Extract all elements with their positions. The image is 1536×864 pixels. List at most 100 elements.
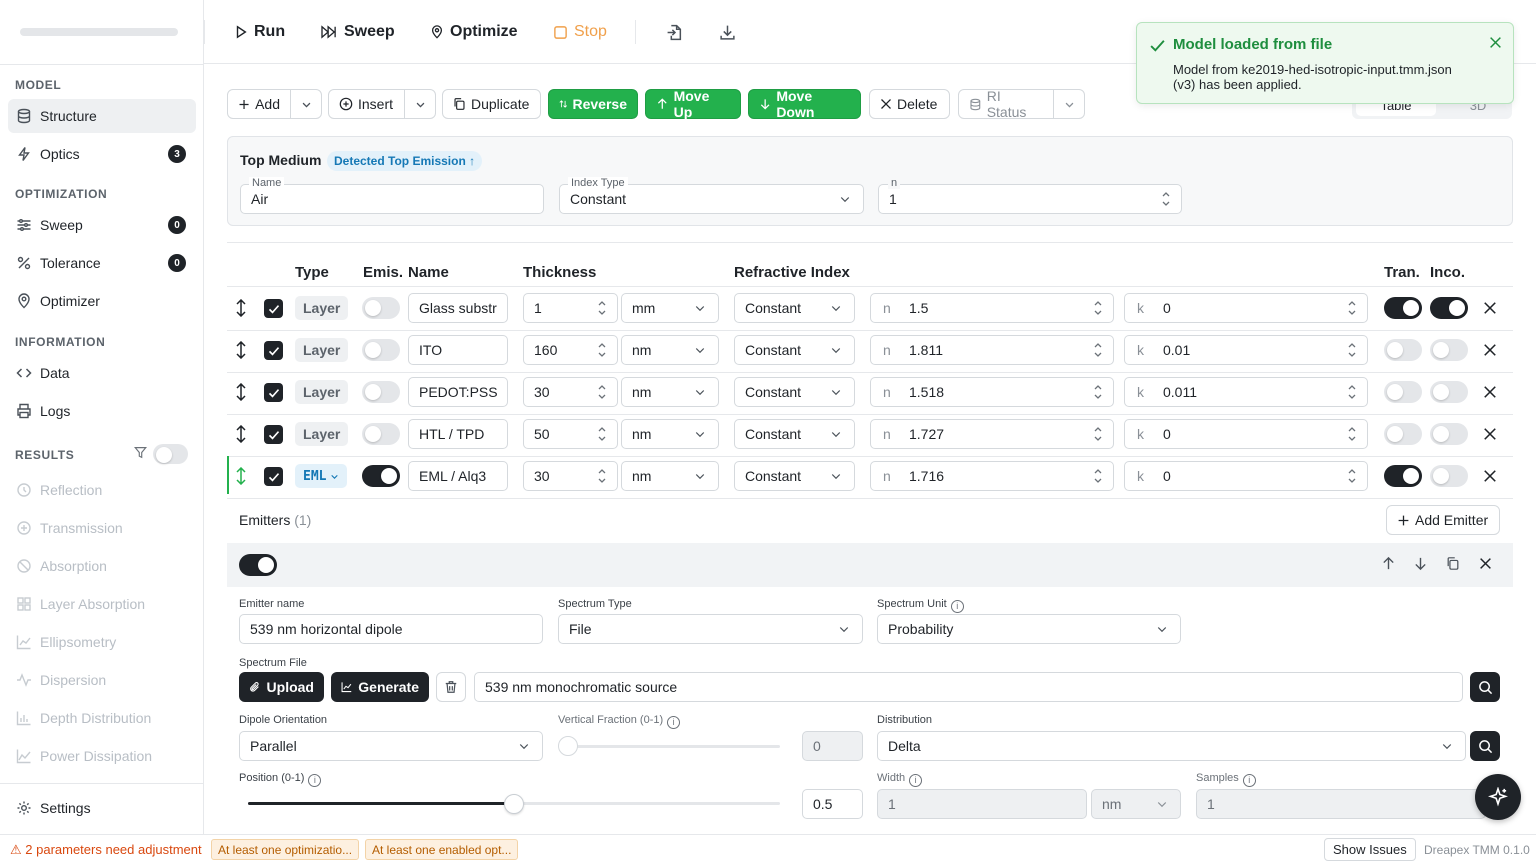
add-dropdown-button[interactable] <box>290 89 322 119</box>
n-input[interactable]: n 1.518 <box>870 377 1114 407</box>
layer-name-input[interactable]: PEDOT:PSS <box>408 377 508 407</box>
stepper-icon[interactable] <box>597 424 607 444</box>
k-input[interactable]: k0 <box>1124 461 1368 491</box>
incoherent-toggle[interactable] <box>1430 339 1468 361</box>
stop-button[interactable]: Stop <box>553 20 607 44</box>
top-medium-name-input[interactable]: Air <box>240 184 544 214</box>
emission-toggle[interactable] <box>362 297 400 319</box>
optimize-button[interactable]: Optimize <box>430 20 518 44</box>
add-button[interactable]: Add <box>227 89 291 119</box>
show-issues-button[interactable]: Show Issues <box>1324 838 1416 861</box>
reverse-button[interactable]: Reverse <box>548 89 638 119</box>
layer-name-input[interactable]: EML / Alq3 <box>408 461 508 491</box>
distribution-select[interactable]: Delta <box>877 731 1466 761</box>
close-icon[interactable] <box>1489 36 1502 49</box>
width-unit-select[interactable]: nm <box>1091 789 1181 819</box>
sidebar-item-settings[interactable]: Settings <box>8 791 196 825</box>
thickness-unit-select[interactable]: nm <box>621 419 719 449</box>
samples-input[interactable]: 1 <box>1196 789 1486 819</box>
sidebar-item-ellipsometry[interactable]: Ellipsometry <box>8 625 196 659</box>
move-up-button[interactable]: Move Up <box>645 88 741 120</box>
distribution-search-button[interactable] <box>1470 731 1500 761</box>
run-button[interactable]: Run <box>234 20 285 44</box>
delete-row-icon[interactable] <box>1483 301 1497 315</box>
k-input[interactable]: k 0.011 <box>1124 377 1368 407</box>
sidebar-item-optimizer[interactable]: Optimizer <box>8 284 196 318</box>
info-icon[interactable]: i <box>950 599 964 613</box>
row-enabled-checkbox[interactable] <box>264 341 283 360</box>
stepper-icon[interactable] <box>1093 298 1103 318</box>
emitter-enabled-toggle[interactable] <box>239 554 277 576</box>
thickness-unit-select[interactable]: nm <box>621 461 719 491</box>
vertical-fraction-input[interactable]: 0 <box>802 731 863 761</box>
stepper-icon[interactable] <box>1093 466 1103 486</box>
layer-name-input[interactable]: HTL / TPD <box>408 419 508 449</box>
upload-button[interactable]: Upload <box>239 672 324 702</box>
spectrum-type-select[interactable]: File <box>558 614 863 644</box>
info-icon[interactable]: i <box>909 773 923 787</box>
layer-type-tag[interactable]: EML <box>295 464 348 488</box>
warning-chip-optimization[interactable]: At least one optimizatio... <box>211 839 360 860</box>
transmission-toggle[interactable] <box>1384 465 1422 487</box>
emission-toggle[interactable] <box>362 465 400 487</box>
spectrum-search-button[interactable] <box>1470 672 1500 702</box>
stepper-icon[interactable] <box>597 340 607 360</box>
sidebar-item-sweep[interactable]: Sweep 0 <box>8 208 196 242</box>
n-input[interactable]: n 1.716 <box>870 461 1114 491</box>
sidebar-item-absorption[interactable]: Absorption <box>8 549 196 583</box>
dipole-orientation-select[interactable]: Parallel <box>239 731 543 761</box>
thickness-input[interactable]: 50 <box>523 419 618 449</box>
sidebar-item-power-dissipation[interactable]: Power Dissipation <box>8 739 196 773</box>
row-enabled-checkbox[interactable] <box>264 425 283 444</box>
emission-toggle[interactable] <box>362 339 400 361</box>
stepper-icon[interactable] <box>1093 382 1103 402</box>
spectrum-unit-select[interactable]: Probability <box>877 614 1181 644</box>
drag-handle-icon[interactable] <box>234 425 248 443</box>
index-type-select[interactable]: Constant <box>734 377 855 407</box>
k-input[interactable]: k 0.01 <box>1124 335 1368 365</box>
generate-button[interactable]: Generate <box>331 672 429 702</box>
delete-button[interactable]: Delete <box>869 89 950 119</box>
add-emitter-button[interactable]: Add Emitter <box>1386 505 1500 535</box>
sidebar-item-transmission[interactable]: Transmission <box>8 511 196 545</box>
sidebar-item-data[interactable]: Data <box>8 356 196 390</box>
thickness-unit-select[interactable]: nm <box>621 335 719 365</box>
incoherent-toggle[interactable] <box>1430 381 1468 403</box>
drag-handle-icon[interactable] <box>234 467 248 485</box>
index-type-select[interactable]: Constant <box>734 335 855 365</box>
stepper-icon[interactable] <box>1347 424 1357 444</box>
sidebar-item-layer-absorption[interactable]: Layer Absorption <box>8 587 196 621</box>
duplicate-button[interactable]: Duplicate <box>442 89 541 119</box>
emitter-move-up-button[interactable] <box>1381 556 1396 574</box>
move-down-button[interactable]: Move Down <box>748 88 861 120</box>
stepper-icon[interactable] <box>597 466 607 486</box>
thickness-input[interactable]: 30 <box>523 377 618 407</box>
emission-toggle[interactable] <box>362 423 400 445</box>
vertical-fraction-slider-track[interactable] <box>568 745 780 748</box>
emitter-duplicate-button[interactable] <box>1446 556 1460 574</box>
drag-handle-icon[interactable] <box>234 341 248 359</box>
stepper-icon[interactable] <box>1347 466 1357 486</box>
transmission-toggle[interactable] <box>1384 381 1422 403</box>
spectrum-file-input[interactable]: 539 nm monochromatic source <box>474 672 1463 702</box>
delete-row-icon[interactable] <box>1483 385 1497 399</box>
index-type-select[interactable]: Constant <box>734 461 855 491</box>
warning-chip-enabled[interactable]: At least one enabled opt... <box>365 839 519 860</box>
delete-row-icon[interactable] <box>1483 427 1497 441</box>
thickness-input[interactable]: 1 <box>523 293 618 323</box>
insert-dropdown-button[interactable] <box>404 89 436 119</box>
emitter-delete-button[interactable] <box>1479 557 1492 573</box>
sidebar-item-reflection[interactable]: Reflection <box>8 473 196 507</box>
transmission-toggle[interactable] <box>1384 339 1422 361</box>
sidebar-item-structure[interactable]: Structure <box>8 99 196 133</box>
k-input[interactable]: k0 <box>1124 293 1368 323</box>
sidebar-item-depth-distribution[interactable]: Depth Distribution <box>8 701 196 735</box>
ri-status-button[interactable]: RI Status <box>958 88 1054 120</box>
filter-icon[interactable] <box>134 446 147 462</box>
info-icon[interactable]: i <box>1242 773 1256 787</box>
thickness-input[interactable]: 160 <box>523 335 618 365</box>
import-button[interactable] <box>666 20 689 44</box>
stepper-icon[interactable] <box>597 298 607 318</box>
stepper-icon[interactable] <box>1093 424 1103 444</box>
layer-name-input[interactable]: Glass substr <box>408 293 508 323</box>
